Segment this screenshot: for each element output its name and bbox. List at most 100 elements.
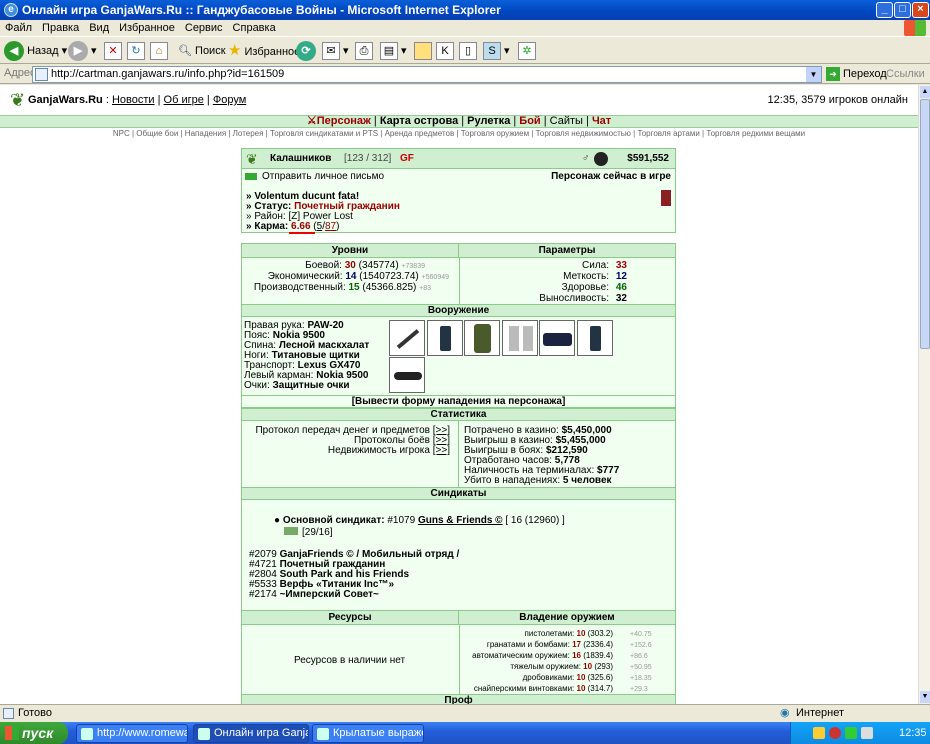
award-badge-icon: [660, 189, 672, 207]
taskbar-item[interactable]: Крылатые выражен...: [312, 724, 424, 743]
minimize-button[interactable]: _: [876, 2, 893, 18]
start-button[interactable]: пуск: [0, 722, 68, 744]
address-dropdown-icon[interactable]: ▼: [806, 67, 821, 82]
sub-nav[interactable]: NPC | Общие бои | Нападения | Лотерея | …: [0, 129, 918, 139]
rifle-icon[interactable]: [389, 320, 425, 356]
tray-icon[interactable]: [813, 727, 825, 739]
address-input[interactable]: http://cartman.ganjawars.ru/info.php?id=…: [32, 66, 822, 83]
karma-negative[interactable]: 87: [325, 221, 336, 232]
main-syndicate-link[interactable]: Guns & Friends ©: [418, 515, 503, 526]
window-titlebar: e Онлайн игра GanjaWars.Ru :: Ганджубасо…: [0, 0, 930, 20]
weapon-skill-row: тяжелым оружием: 10 (293): [510, 662, 613, 671]
karma-line: » Карма: 6.66 (5/87): [246, 221, 340, 232]
menu-tools[interactable]: Сервис: [180, 20, 228, 36]
taskbar-item[interactable]: http://www.romewar...: [76, 724, 188, 743]
address-bar: Адрес: http://cartman.ganjawars.ru/info.…: [0, 64, 930, 84]
nav-roulette[interactable]: Рулетка: [467, 115, 510, 127]
nav-character[interactable]: ⚔Персонаж: [307, 115, 371, 127]
weapon-skill-plus: +86.6: [630, 653, 648, 660]
scroll-up-icon[interactable]: ▲: [920, 86, 930, 98]
refresh-button[interactable]: ↻: [127, 40, 145, 62]
property-link[interactable]: Недвижимость игрока [>>]: [328, 446, 450, 456]
player-card-header: ❦ Калашников [123 / 312] GF ♂ $591,552: [242, 149, 675, 169]
links-button[interactable]: Ссылки: [886, 68, 925, 80]
main-syndicate-sub: [29/16]: [302, 527, 333, 538]
print-button[interactable]: ⎙: [355, 40, 373, 62]
edit-button[interactable]: ▤ ▾: [380, 40, 407, 62]
phone-icon[interactable]: [577, 320, 613, 356]
mail-icon: ✉: [322, 42, 340, 61]
menu-file[interactable]: Файл: [0, 20, 37, 36]
favorites-button[interactable]: ★ Избранное: [228, 40, 300, 62]
tray-icon[interactable]: [845, 727, 857, 739]
close-button[interactable]: ×: [912, 2, 929, 18]
endurance-value: 32: [615, 293, 627, 304]
goggles-icon[interactable]: [389, 357, 425, 393]
syndicate-row[interactable]: #2174 ~Имперский Совет~: [249, 590, 379, 600]
page-content: ❦ GanjaWars.Ru : Новости | Об игре | Фор…: [0, 85, 918, 704]
back-arrow-icon: ◀: [4, 41, 24, 62]
nav-sites[interactable]: Сайты: [550, 115, 583, 127]
titanium-shins-icon[interactable]: [502, 320, 538, 356]
taskbar-item-active[interactable]: Онлайн игра Ganja...: [193, 724, 309, 743]
nav-chat[interactable]: Чат: [592, 115, 611, 127]
camo-suit-icon[interactable]: [464, 320, 500, 356]
attack-form-link[interactable]: [Вывести форму нападения на персонажа]: [241, 395, 676, 408]
scroll-down-icon[interactable]: ▼: [920, 691, 930, 703]
k-button[interactable]: K: [436, 40, 454, 62]
player-level: [123 / 312]: [344, 153, 392, 164]
menu-help[interactable]: Справка: [228, 20, 281, 36]
prod-level: Производственный: 15 (45366.825) +83: [253, 282, 431, 293]
health-value: 46: [615, 282, 627, 293]
resources-empty: Ресурсов в наличии нет: [294, 655, 406, 666]
weapon-skill-row: гранатами и бомбами: 17 (2336.4): [486, 640, 613, 649]
history-button[interactable]: ⟳: [296, 40, 316, 62]
professions-title: Проф: [241, 694, 676, 704]
online-status: Персонаж сейчас в игре: [551, 171, 671, 182]
site-brand: GanjaWars.Ru : Новости | Об игре | Форум: [28, 94, 247, 106]
syndicates-block: Синдикаты ● Основной синдикат: #1079 Gun…: [241, 487, 676, 611]
menu-favorites[interactable]: Избранное: [114, 20, 180, 36]
ie-toolbar: ◀ Назад ▾ ▶ ▾ ✕ ↻ ⌂ 🔍︎ Поиск ★ Избранное…: [0, 36, 930, 64]
syndicates-title: Синдикаты: [242, 488, 675, 500]
vertical-scrollbar[interactable]: ▲ ▼: [918, 85, 930, 704]
edit-icon: ▤: [380, 42, 398, 61]
forward-button[interactable]: ▶ ▾: [68, 40, 97, 62]
go-button[interactable]: ➜ Переход: [826, 66, 887, 83]
maximize-button[interactable]: □: [894, 2, 911, 18]
tray-icon[interactable]: [829, 727, 841, 739]
nav-battle[interactable]: Бой: [519, 115, 540, 127]
scroll-thumb[interactable]: [920, 99, 930, 349]
home-button[interactable]: ⌂: [150, 40, 168, 62]
endurance-label: Выносливость:: [539, 293, 609, 304]
weapon-skill-plus: +50.95: [630, 664, 652, 671]
ie-icon: [198, 728, 210, 740]
search-button[interactable]: 🔍︎ Поиск: [178, 40, 226, 62]
car-icon[interactable]: [539, 320, 575, 356]
window-title: Онлайн игра GanjaWars.Ru :: Ганджубасовы…: [22, 3, 501, 17]
phone-icon[interactable]: [427, 320, 463, 356]
back-button[interactable]: ◀ Назад ▾: [4, 40, 67, 62]
weapon-skill-plus: +18.35: [630, 675, 652, 682]
mail-button[interactable]: ✉ ▾: [322, 40, 349, 62]
messenger-button[interactable]: ▯: [459, 40, 477, 62]
stop-button[interactable]: ✕: [104, 40, 122, 62]
forum-link[interactable]: Форум: [213, 94, 246, 106]
envelope-icon: [245, 173, 257, 180]
about-link[interactable]: Об игре: [164, 94, 204, 106]
send-message-link[interactable]: Отправить личное письмо: [262, 172, 384, 182]
menu-view[interactable]: Вид: [84, 20, 114, 36]
skype-button[interactable]: S ▾: [483, 40, 510, 62]
tray-icon[interactable]: [861, 727, 873, 739]
notes-button[interactable]: [414, 40, 432, 62]
weapon-skill-row: пистолетами: 10 (303.2): [524, 629, 613, 638]
equipment-title: Вооружение: [242, 305, 675, 317]
addon-button[interactable]: ✲: [518, 40, 536, 62]
nav-island-map[interactable]: Карта острова: [380, 115, 458, 127]
search-icon: 🔍︎: [178, 45, 192, 57]
player-name[interactable]: Калашников: [270, 149, 331, 169]
news-link[interactable]: Новости: [112, 94, 155, 106]
karma-positive[interactable]: 5: [317, 221, 323, 232]
menu-edit[interactable]: Правка: [37, 20, 84, 36]
skype-icon: S: [483, 42, 501, 61]
